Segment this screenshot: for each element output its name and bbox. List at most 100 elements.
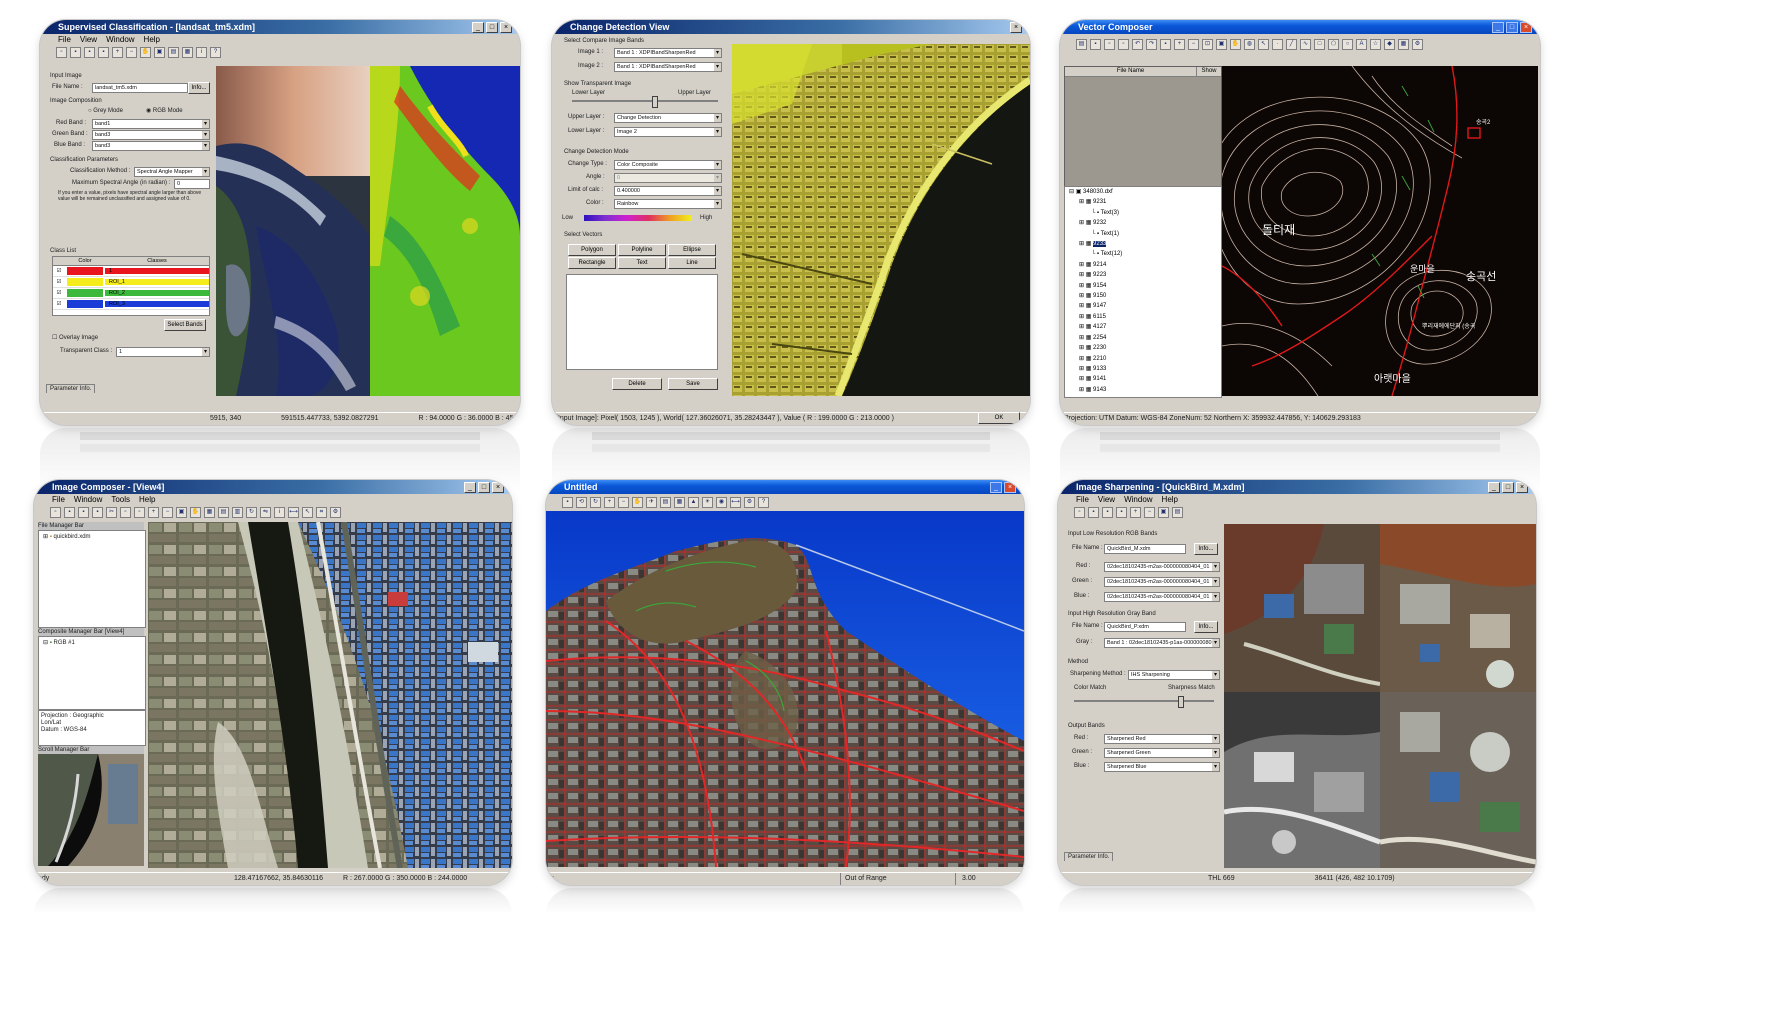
pan-icon[interactable]: ✋ [632, 497, 643, 508]
new-icon[interactable]: ▫ [56, 47, 67, 58]
print-icon[interactable]: ▪ [1116, 507, 1127, 518]
blue-band-select[interactable]: 02dec18102435-m2as-000000080404_01 [1104, 592, 1220, 602]
rotate-icon[interactable]: ↻ [246, 507, 257, 518]
new-icon[interactable]: ▫ [1074, 507, 1085, 518]
file-name-field[interactable]: QuickBird_M.xdm [1104, 544, 1186, 554]
tree-text-item[interactable]: └ ▪ Text(1) [1065, 229, 1221, 239]
save-icon[interactable]: ▪ [1102, 507, 1113, 518]
globe-icon[interactable]: ◍ [1244, 38, 1255, 50]
menu-window[interactable]: Window [1124, 494, 1152, 505]
elevation-icon[interactable]: ▲ [688, 497, 699, 508]
tree-layer-item[interactable]: ⊞ ▦ 9141 [1065, 374, 1221, 384]
select-bands-button[interactable]: Select Bands [164, 319, 206, 331]
close-button[interactable]: × [1004, 482, 1016, 493]
tree-layer-item[interactable]: ⊞ ▦ 6115 [1065, 312, 1221, 322]
tree-text-item[interactable]: └ ▪ Text(12) [1065, 249, 1221, 259]
zoom-in-icon[interactable]: + [112, 47, 123, 58]
out-blue-select[interactable]: Sharpened Blue [1104, 762, 1220, 772]
image1-select[interactable]: Band 1 : XDPIBandSharpenRed [614, 48, 722, 58]
out-red-select[interactable]: Sharpened Red [1104, 734, 1220, 744]
green-band-select[interactable]: band3 [92, 130, 210, 140]
tree-layer-item[interactable]: ⊞ ▦ 4127 [1065, 322, 1221, 332]
gray-band-select[interactable]: Band 1 : 02dec18102435-p1as-000000080 [1104, 638, 1220, 648]
new-icon[interactable]: ▫ [50, 507, 61, 518]
zoom-in-icon[interactable]: + [1174, 38, 1185, 50]
close-button[interactable]: × [500, 22, 512, 33]
minimize-button[interactable]: _ [472, 22, 484, 33]
grey-mode-radio[interactable]: ○ Grey Mode [88, 107, 123, 115]
info-icon[interactable]: i [196, 47, 207, 58]
measure-icon[interactable]: ⟷ [730, 497, 741, 508]
tree-layer-item[interactable]: ⊞ ▦ 2210 [1065, 354, 1221, 364]
zoom-in-icon[interactable]: + [604, 497, 615, 508]
layer-icon[interactable]: ▤ [1076, 38, 1087, 50]
class-checkbox[interactable]: ☑ [53, 268, 65, 274]
tree-layer-item[interactable]: ⊞ ▦ 9133 [1065, 364, 1221, 374]
vector-list[interactable] [566, 274, 718, 370]
out-green-select[interactable]: Sharpened Green [1104, 748, 1220, 758]
fit-icon[interactable]: ▣ [154, 47, 165, 58]
line-button[interactable]: Line [668, 257, 716, 269]
tree-layer-item[interactable]: ⊞ ▦ 9223 [1065, 270, 1221, 280]
tab-parameter-info[interactable]: Parameter Info. [1064, 852, 1114, 861]
maximize-button[interactable]: □ [478, 482, 490, 493]
fit-icon[interactable]: ▣ [1216, 38, 1227, 50]
classification-method-select[interactable]: Spectral Angle Mapper [134, 167, 210, 177]
red-band-select[interactable]: 02dec18102435-m2as-000000080404_01 [1104, 562, 1220, 572]
menu-help[interactable]: Help [1162, 494, 1178, 505]
class-row[interactable]: ☑ 1 [53, 266, 209, 277]
polyline-icon[interactable]: ∿ [1300, 38, 1311, 50]
close-button[interactable]: × [492, 482, 504, 493]
close-button[interactable]: × [1010, 22, 1022, 33]
maximize-button[interactable]: □ [1502, 482, 1514, 493]
file-item[interactable]: ⊞ ▪ quickbird.xdm [43, 533, 91, 541]
image-icon[interactable]: ▦ [1398, 38, 1409, 50]
layer-icon[interactable]: ▤ [1172, 507, 1183, 518]
maximize-button[interactable]: □ [1506, 22, 1518, 33]
tree-layer-item[interactable]: ⊞ ▦ 9154 [1065, 281, 1221, 291]
tree-layer-item[interactable]: ⊞ ▦ 9147 [1065, 301, 1221, 311]
fit-icon[interactable]: ▣ [1158, 507, 1169, 518]
flip-icon[interactable]: ⇋ [260, 507, 271, 518]
save-icon[interactable]: ▪ [1090, 38, 1101, 50]
menu-file[interactable]: File [52, 494, 65, 505]
layer-icon[interactable]: ▤ [218, 507, 229, 518]
file-name-field[interactable]: landsat_tm5.xdm [92, 83, 188, 93]
rectangle-button[interactable]: Rectangle [568, 257, 616, 269]
ok-button[interactable]: OK [978, 412, 1020, 424]
green-band-select[interactable]: 02dec18102435-m2as-000000080404_01 [1104, 577, 1220, 587]
redo-icon[interactable]: ↷ [1146, 38, 1157, 50]
menu-file[interactable]: File [58, 34, 71, 45]
histogram-icon[interactable]: ▥ [232, 507, 243, 518]
camera-icon[interactable]: ◉ [716, 497, 727, 508]
max-angle-field[interactable]: 0 [174, 179, 210, 189]
text-icon[interactable]: A [1356, 38, 1367, 50]
class-checkbox[interactable]: ☑ [53, 290, 65, 296]
minimize-button[interactable]: _ [990, 482, 1002, 493]
delete-button[interactable]: Delete [612, 378, 662, 390]
print-icon[interactable]: ▪ [1160, 38, 1171, 50]
composite-item[interactable]: ⊟ ▪ RGB #1 [43, 639, 75, 647]
file-name-field-2[interactable]: QuickBird_P.xdm [1104, 622, 1186, 632]
change-type-select[interactable]: Color Composite [614, 160, 722, 170]
class-row[interactable]: ☑ ROI_2 [53, 288, 209, 299]
blue-band-select[interactable]: band3 [92, 141, 210, 151]
ellipse-icon[interactable]: ○ [1342, 38, 1353, 50]
text-button[interactable]: Text [618, 257, 666, 269]
rgb-mode-radio[interactable]: ◉ RGB Mode [146, 107, 183, 115]
tree-root-item[interactable]: ⊟ ▣ 348030.dxf [1065, 187, 1221, 197]
zoom-out-icon[interactable]: − [162, 507, 173, 518]
copy-icon[interactable]: ▫ [120, 507, 131, 518]
class-checkbox[interactable]: ☑ [53, 279, 65, 285]
close-button[interactable]: × [1520, 22, 1532, 33]
lower-layer-select[interactable]: Image 2 [614, 127, 722, 137]
slider-thumb[interactable] [652, 96, 658, 108]
zoom-out-icon[interactable]: − [1144, 507, 1155, 518]
zoom-out-icon[interactable]: − [618, 497, 629, 508]
menu-window[interactable]: Window [74, 494, 102, 505]
open-icon[interactable]: ▪ [1088, 507, 1099, 518]
star-icon[interactable]: ☆ [1370, 38, 1381, 50]
symbol-icon[interactable]: ◆ [1384, 38, 1395, 50]
tree-layer-item[interactable]: ⊞ ▦ 9231 [1065, 197, 1221, 207]
info-button[interactable]: Info... [1194, 543, 1218, 555]
